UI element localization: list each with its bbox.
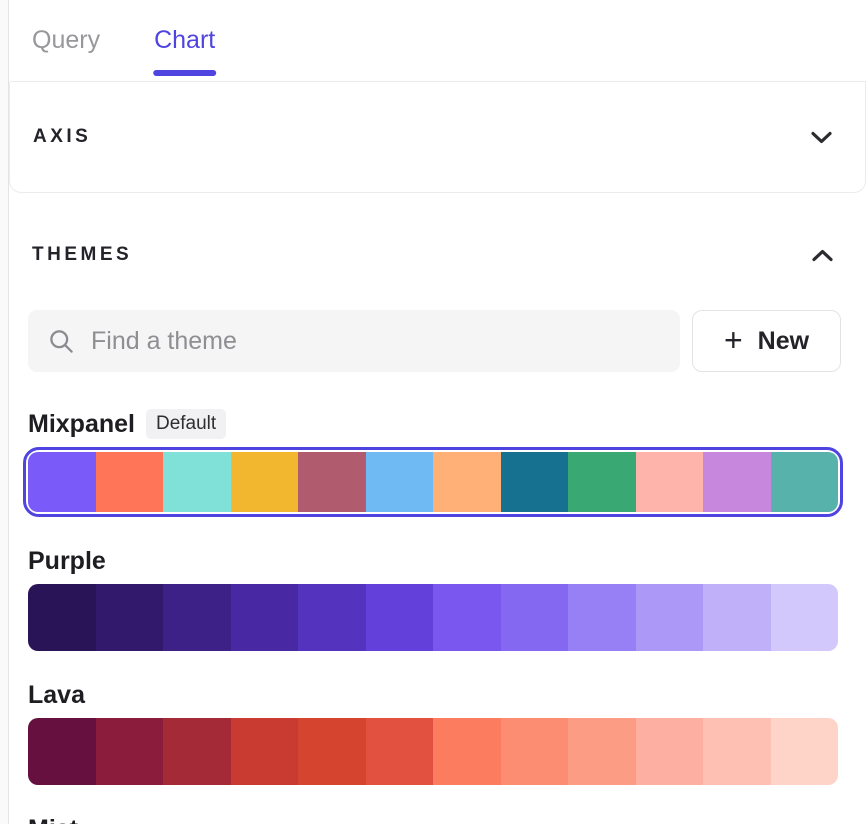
- color-swatch[interactable]: [163, 718, 231, 785]
- color-swatch[interactable]: [366, 452, 434, 512]
- chart-settings-panel: Query Chart AXIS THEMES: [10, 0, 866, 824]
- color-swatch[interactable]: [636, 452, 704, 512]
- color-swatch[interactable]: [28, 452, 96, 512]
- tab-query-label: Query: [32, 26, 100, 55]
- theme-block-purple: Purple: [28, 547, 838, 651]
- theme-swatch-row-lava[interactable]: [28, 718, 838, 785]
- theme-label-row: Mist: [28, 815, 838, 824]
- color-swatch[interactable]: [298, 718, 366, 785]
- color-swatch[interactable]: [771, 584, 839, 651]
- color-swatch[interactable]: [501, 452, 569, 512]
- themes-section: THEMES + New MixpanelDefaultPurpleLavaMi…: [10, 200, 866, 824]
- theme-block-lava: Lava: [28, 681, 838, 785]
- color-swatch[interactable]: [568, 718, 636, 785]
- search-icon: [48, 328, 75, 355]
- color-swatch[interactable]: [568, 452, 636, 512]
- color-swatch[interactable]: [501, 718, 569, 785]
- theme-swatch-row-mixpanel[interactable]: [23, 447, 843, 517]
- color-swatch[interactable]: [163, 584, 231, 651]
- color-swatch[interactable]: [568, 584, 636, 651]
- color-swatch[interactable]: [703, 452, 771, 512]
- theme-label-row: Lava: [28, 681, 838, 710]
- color-swatch[interactable]: [231, 452, 299, 512]
- color-swatch[interactable]: [771, 452, 839, 512]
- active-tab-underline: [153, 70, 217, 76]
- theme-strip: [28, 452, 838, 512]
- new-theme-button[interactable]: + New: [692, 310, 841, 372]
- theme-strip: [28, 584, 838, 651]
- chevron-up-icon[interactable]: [811, 248, 834, 263]
- chevron-down-icon[interactable]: [810, 130, 833, 145]
- color-swatch[interactable]: [96, 584, 164, 651]
- color-swatch[interactable]: [433, 584, 501, 651]
- theme-list: Mixpanel Default Purple Lava Mist: [10, 409, 866, 824]
- theme-block-mixpanel: Mixpanel Default: [28, 409, 838, 517]
- axis-section[interactable]: AXIS: [9, 82, 866, 193]
- theme-name: Mixpanel: [28, 410, 135, 439]
- color-swatch[interactable]: [96, 718, 164, 785]
- color-swatch[interactable]: [163, 452, 231, 512]
- themes-section-title: THEMES: [32, 244, 132, 266]
- tab-query[interactable]: Query: [32, 0, 100, 81]
- color-swatch[interactable]: [703, 718, 771, 785]
- axis-section-title: AXIS: [33, 126, 91, 148]
- color-swatch[interactable]: [231, 718, 299, 785]
- color-swatch[interactable]: [433, 718, 501, 785]
- color-swatch[interactable]: [96, 452, 164, 512]
- new-theme-button-label: New: [758, 327, 809, 356]
- tab-chart-label: Chart: [154, 26, 215, 55]
- color-swatch[interactable]: [771, 718, 839, 785]
- color-swatch[interactable]: [501, 584, 569, 651]
- color-swatch[interactable]: [366, 584, 434, 651]
- color-swatch[interactable]: [433, 452, 501, 512]
- color-swatch[interactable]: [636, 718, 704, 785]
- plus-icon: +: [724, 324, 743, 356]
- theme-label-row: Mixpanel Default: [28, 409, 838, 439]
- tab-bar: Query Chart: [10, 0, 866, 82]
- panel-left-gutter: [0, 0, 9, 824]
- theme-search[interactable]: [28, 310, 680, 372]
- theme-name: Purple: [28, 547, 106, 576]
- theme-label-row: Purple: [28, 547, 838, 576]
- color-swatch[interactable]: [28, 718, 96, 785]
- color-swatch[interactable]: [298, 584, 366, 651]
- color-swatch[interactable]: [231, 584, 299, 651]
- theme-block-mist: Mist: [28, 815, 838, 824]
- themes-section-header[interactable]: THEMES: [10, 200, 866, 310]
- theme-name: Lava: [28, 681, 85, 710]
- color-swatch[interactable]: [703, 584, 771, 651]
- theme-strip: [28, 718, 838, 785]
- theme-toolbar: + New: [10, 310, 866, 372]
- color-swatch[interactable]: [366, 718, 434, 785]
- default-badge: Default: [146, 409, 226, 439]
- color-swatch[interactable]: [298, 452, 366, 512]
- color-swatch[interactable]: [28, 584, 96, 651]
- color-swatch[interactable]: [636, 584, 704, 651]
- theme-search-input[interactable]: [91, 327, 660, 356]
- theme-name: Mist: [28, 815, 78, 824]
- theme-swatch-row-purple[interactable]: [28, 584, 838, 651]
- tab-chart[interactable]: Chart: [154, 0, 215, 81]
